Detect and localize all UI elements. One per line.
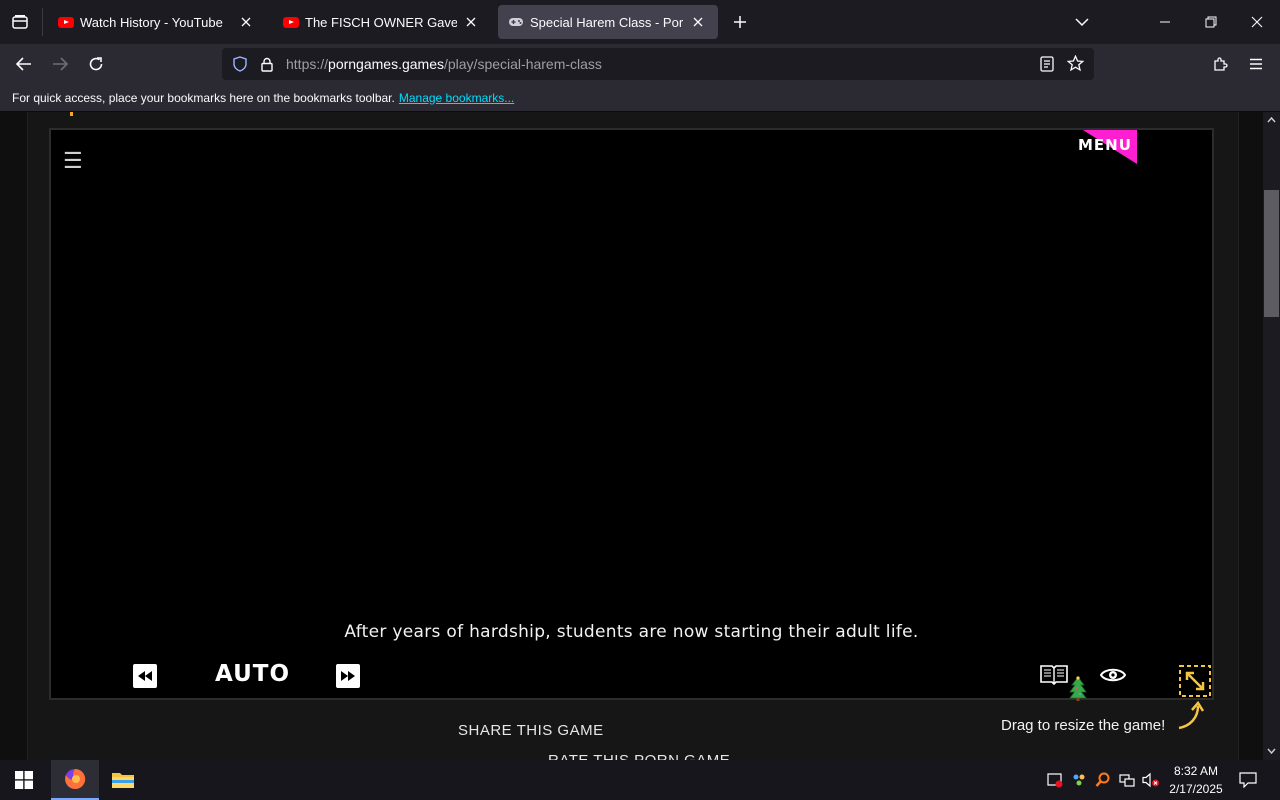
rate-this-game-label[interactable]: RATE THIS PORN GAME bbox=[548, 752, 730, 760]
scrollbar-thumb[interactable] bbox=[1264, 190, 1279, 317]
restore-button[interactable] bbox=[1188, 0, 1234, 44]
fast-forward-icon bbox=[341, 671, 355, 681]
url-bar[interactable]: https://porngames.games/play/special-har… bbox=[222, 48, 1094, 80]
tab-title: Special Harem Class - Porn Gan bbox=[530, 14, 684, 30]
tray-volume-muted-icon[interactable] bbox=[1140, 760, 1162, 800]
hamburger-menu-icon bbox=[1250, 58, 1262, 70]
menu-button-label[interactable]: MENU bbox=[1078, 136, 1132, 154]
tab-watch-history[interactable]: Watch History - YouTube bbox=[48, 5, 266, 39]
close-tab-icon[interactable] bbox=[461, 12, 481, 32]
rewind-button[interactable] bbox=[133, 664, 157, 688]
share-this-game-label[interactable]: SHARE THIS GAME bbox=[458, 722, 604, 739]
action-center-button[interactable] bbox=[1234, 760, 1262, 800]
url-host: porngames.games bbox=[328, 56, 444, 72]
close-window-button[interactable] bbox=[1234, 0, 1280, 44]
game-menu-hamburger-icon[interactable]: ☰ bbox=[63, 148, 83, 174]
firefox-icon bbox=[65, 768, 86, 789]
notification-icon bbox=[1239, 772, 1257, 788]
open-book-icon bbox=[1040, 665, 1068, 686]
scroll-down-icon[interactable] bbox=[1267, 748, 1276, 755]
youtube-icon bbox=[58, 14, 74, 30]
firefox-view-icon bbox=[12, 15, 28, 29]
back-button[interactable] bbox=[8, 48, 40, 80]
game-frame[interactable]: ☰ MENU After years of hardship, students… bbox=[49, 128, 1214, 702]
auto-button[interactable]: AUTO bbox=[215, 661, 290, 687]
fast-forward-button[interactable] bbox=[336, 664, 360, 688]
drag-resize-hint: Drag to resize the game! bbox=[1001, 717, 1166, 734]
dialogue-text: After years of hardship, students are no… bbox=[344, 622, 919, 642]
reload-icon bbox=[89, 57, 103, 71]
close-tab-icon[interactable] bbox=[688, 12, 708, 32]
app-menu-button[interactable] bbox=[1240, 48, 1272, 80]
arrow-left-icon bbox=[16, 57, 31, 71]
tracking-protection-shield-icon[interactable] bbox=[232, 56, 248, 72]
tray-network-icon[interactable] bbox=[1116, 760, 1138, 800]
extensions-button[interactable] bbox=[1204, 48, 1236, 80]
resize-handle[interactable] bbox=[1178, 664, 1212, 698]
tray-search-tool-icon[interactable] bbox=[1092, 760, 1114, 800]
christmas-tree-icon bbox=[1069, 676, 1087, 702]
close-icon bbox=[1251, 16, 1263, 28]
windows-taskbar: 8:32 AM 2/17/2025 bbox=[0, 760, 1280, 800]
lock-icon[interactable] bbox=[260, 56, 274, 72]
clock-date: 2/17/2025 bbox=[1169, 782, 1223, 796]
taskbar-firefox[interactable] bbox=[51, 760, 99, 800]
curved-arrow-icon bbox=[1178, 700, 1205, 730]
tab-title: The FISCH OWNER Gave Me AD bbox=[305, 14, 457, 30]
windows-logo-icon bbox=[15, 771, 33, 789]
minimize-icon bbox=[1160, 21, 1170, 23]
folder-icon bbox=[112, 773, 134, 788]
restore-icon bbox=[1205, 16, 1217, 28]
firefox-view-button[interactable] bbox=[6, 8, 34, 36]
history-log-button[interactable] bbox=[1039, 662, 1069, 686]
minimize-button[interactable] bbox=[1142, 0, 1188, 44]
tab-fisch-owner[interactable]: The FISCH OWNER Gave Me AD bbox=[273, 5, 491, 39]
tray-security-icon[interactable] bbox=[1044, 760, 1066, 800]
clock-time: 8:32 AM bbox=[1173, 764, 1219, 778]
page-content: ☰ MENU After years of hardship, students… bbox=[0, 112, 1263, 760]
plus-icon bbox=[734, 16, 746, 28]
tab-strip: Watch History - YouTube The FISCH OWNER … bbox=[0, 0, 1280, 44]
new-tab-button[interactable] bbox=[726, 8, 754, 36]
bookmark-star-icon[interactable] bbox=[1066, 54, 1085, 75]
page-column: ☰ MENU After years of hardship, students… bbox=[27, 112, 1239, 760]
hide-text-button[interactable] bbox=[1099, 666, 1127, 684]
tray-network-users-icon[interactable] bbox=[1068, 760, 1090, 800]
start-button[interactable] bbox=[0, 760, 48, 800]
auto-label: AUTO bbox=[215, 661, 291, 687]
resize-arrows-icon bbox=[1179, 665, 1211, 697]
eye-icon bbox=[1099, 668, 1127, 682]
puzzle-piece-icon bbox=[1214, 57, 1228, 71]
navigation-toolbar: https://porngames.games/play/special-har… bbox=[0, 44, 1280, 84]
tab-special-harem-class[interactable]: Special Harem Class - Porn Gan bbox=[498, 5, 718, 39]
logo-fragment bbox=[70, 112, 73, 116]
chevron-down-icon bbox=[1075, 18, 1089, 27]
url-scheme: https:// bbox=[286, 56, 329, 72]
rewind-icon bbox=[138, 671, 152, 681]
tab-divider bbox=[42, 8, 43, 36]
scroll-up-icon[interactable] bbox=[1267, 116, 1276, 123]
forward-button[interactable] bbox=[44, 48, 76, 80]
close-tab-icon[interactable] bbox=[236, 12, 256, 32]
tab-title: Watch History - YouTube bbox=[80, 14, 223, 30]
arrow-right-icon bbox=[53, 57, 68, 71]
gamepad-icon bbox=[508, 14, 524, 30]
bookmarks-empty-message: For quick access, place your bookmarks h… bbox=[12, 90, 395, 105]
system-clock[interactable]: 8:32 AM 2/17/2025 bbox=[1160, 762, 1232, 798]
taskbar-file-explorer[interactable] bbox=[99, 760, 147, 800]
bookmarks-toolbar: For quick access, place your bookmarks h… bbox=[0, 84, 1280, 112]
url-path: /play/special-harem-class bbox=[443, 56, 602, 72]
reader-view-icon[interactable] bbox=[1040, 56, 1054, 75]
youtube-icon bbox=[283, 14, 299, 30]
list-all-tabs-button[interactable] bbox=[1068, 8, 1096, 36]
url-text[interactable]: https://porngames.games/play/special-har… bbox=[286, 56, 602, 72]
manage-bookmarks-link[interactable]: Manage bookmarks... bbox=[399, 91, 514, 105]
reload-button[interactable] bbox=[80, 48, 112, 80]
